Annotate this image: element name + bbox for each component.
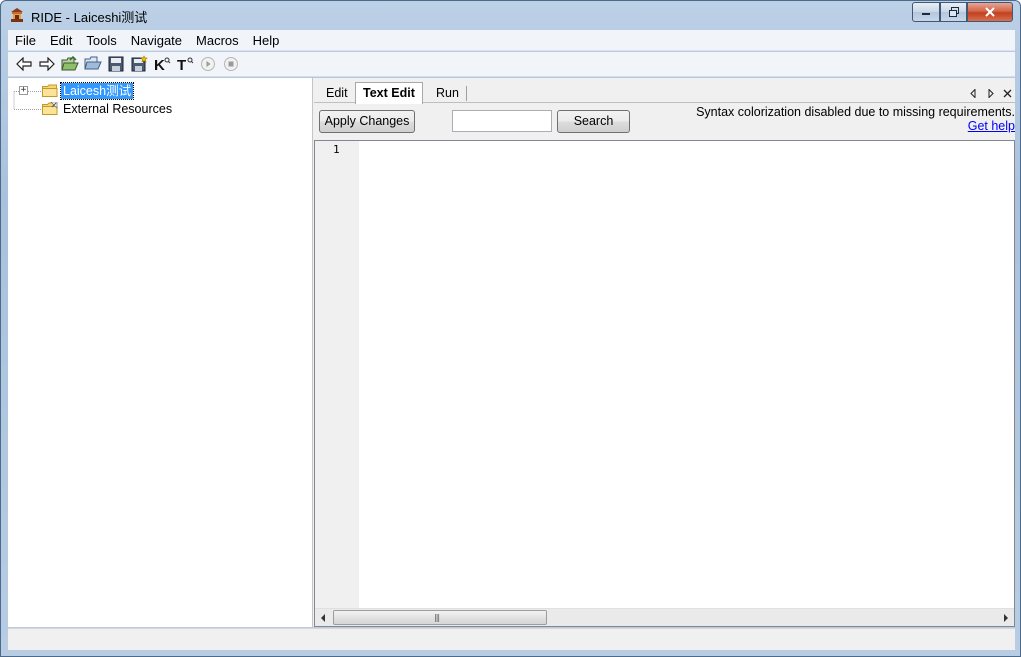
- search-keywords-button[interactable]: K: [150, 53, 173, 75]
- restore-icon: [948, 7, 959, 17]
- menu-help[interactable]: Help: [246, 30, 287, 51]
- main-area: + Laicesh测试 External Resources Edit Text…: [8, 78, 1015, 627]
- title-bar[interactable]: RIDE - Laiceshi测试: [1, 1, 1020, 30]
- triangle-right-icon: [988, 88, 994, 98]
- scroll-left-button[interactable]: [315, 609, 332, 626]
- status-bar: [8, 628, 1015, 650]
- scroll-right-arrow-icon: [1004, 613, 1008, 622]
- search-tests-button[interactable]: T: [173, 53, 196, 75]
- syntax-status-message: Syntax colorization disabled due to miss…: [696, 105, 1015, 119]
- close-icon: [1003, 89, 1011, 97]
- tab-divider: [466, 86, 467, 101]
- open-folder-icon: [83, 56, 102, 70]
- window-title: RIDE - Laiceshi测试: [31, 10, 148, 25]
- maximize-button[interactable]: [940, 2, 967, 22]
- stop-icon: [223, 57, 238, 71]
- line-number: 1: [333, 143, 340, 156]
- save-button[interactable]: [104, 53, 127, 75]
- open-directory-button[interactable]: [81, 53, 104, 75]
- search-input[interactable]: [452, 110, 552, 132]
- scrollbar-thumb[interactable]: |||: [333, 610, 547, 625]
- forward-arrow-icon: [38, 57, 55, 71]
- scroll-right-button[interactable]: [997, 609, 1014, 626]
- stop-button[interactable]: [219, 53, 242, 75]
- close-button[interactable]: [967, 2, 1013, 22]
- tab-scroll-left-button[interactable]: [966, 86, 980, 100]
- scrollbar-grip: |||: [434, 613, 440, 622]
- search-tests-icon: T: [177, 57, 193, 72]
- tree-item-external-resources-label: External Resources: [63, 102, 173, 116]
- tab-close-button[interactable]: [1000, 86, 1014, 100]
- menu-bar: File Edit Tools Navigate Macros Help: [8, 30, 1015, 51]
- tree-item-external-resources[interactable]: External Resources: [42, 100, 174, 118]
- menu-file[interactable]: File: [8, 30, 43, 51]
- back-button[interactable]: [12, 53, 35, 75]
- project-tree[interactable]: + Laicesh测试 External Resources: [8, 78, 313, 627]
- menu-tools[interactable]: Tools: [79, 30, 123, 51]
- close-icon: [985, 7, 995, 17]
- apply-changes-button[interactable]: Apply Changes: [319, 110, 415, 133]
- triangle-left-icon: [970, 88, 976, 98]
- run-icon: [200, 57, 215, 71]
- minimize-icon: [922, 13, 930, 15]
- text-editor[interactable]: 1 |||: [314, 140, 1015, 627]
- search-keywords-icon: K: [154, 57, 170, 72]
- app-window: RIDE - Laiceshi测试 File Edit Tools Naviga…: [0, 0, 1021, 657]
- tab-run[interactable]: Run: [429, 84, 466, 103]
- save-all-icon: [131, 55, 148, 72]
- editor-tabs: Edit Text Edit Run: [314, 78, 1015, 104]
- tab-edit[interactable]: Edit: [319, 84, 355, 103]
- tab-scroll-right-button[interactable]: [984, 86, 998, 100]
- tree-item-suite[interactable]: Laicesh测试: [42, 82, 135, 100]
- t-glyph: T: [177, 57, 186, 72]
- open-suite-button[interactable]: [58, 53, 81, 75]
- minimize-button[interactable]: [912, 2, 940, 22]
- tab-text-edit[interactable]: Text Edit: [355, 82, 423, 104]
- tree-item-suite-label[interactable]: Laicesh测试: [59, 82, 135, 100]
- horizontal-scrollbar[interactable]: |||: [315, 608, 1014, 626]
- folder-icon: [42, 84, 58, 97]
- forward-button[interactable]: [35, 53, 58, 75]
- run-button[interactable]: [196, 53, 219, 75]
- menu-edit[interactable]: Edit: [43, 30, 79, 51]
- k-glyph: K: [154, 57, 165, 72]
- search-button[interactable]: Search: [557, 110, 630, 133]
- toolbar: K T: [8, 52, 1015, 77]
- menu-macros[interactable]: Macros: [189, 30, 246, 51]
- back-arrow-icon: [15, 57, 32, 71]
- menu-navigate[interactable]: Navigate: [124, 30, 189, 51]
- save-all-button[interactable]: [127, 53, 150, 75]
- external-resources-icon: [42, 102, 58, 115]
- line-number-gutter: 1: [315, 141, 359, 608]
- open-suite-icon: [60, 56, 79, 71]
- editor-panel: Edit Text Edit Run Apply Changes Search …: [314, 78, 1015, 627]
- tree-expander[interactable]: +: [19, 86, 28, 95]
- ride-app-icon: [9, 7, 25, 23]
- save-icon: [108, 56, 123, 72]
- get-help-link[interactable]: Get help: [968, 119, 1015, 133]
- scroll-left-arrow-icon: [321, 613, 325, 622]
